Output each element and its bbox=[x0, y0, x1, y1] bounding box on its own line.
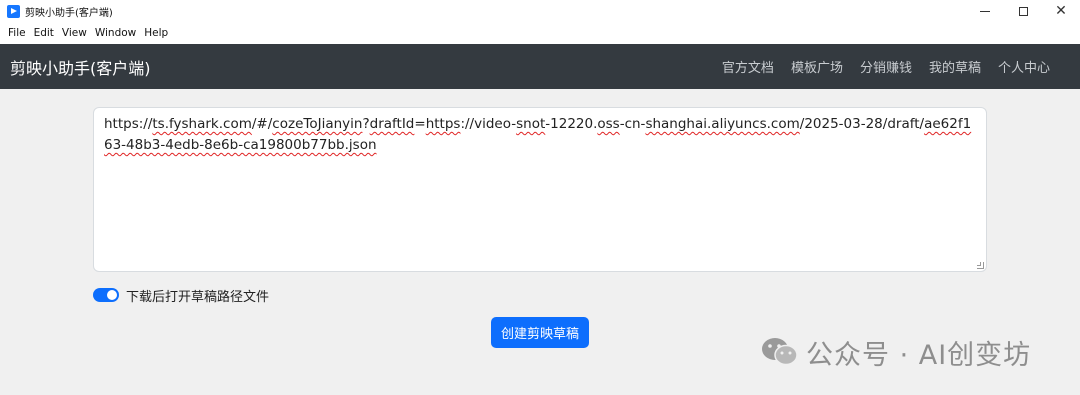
nav-official-docs[interactable]: 官方文档 bbox=[722, 57, 774, 76]
window-title: 剪映小助手(客户端) bbox=[25, 7, 113, 19]
url-segment: https:// bbox=[104, 116, 153, 132]
maximize-button[interactable] bbox=[1004, 0, 1042, 22]
minimize-icon bbox=[980, 10, 990, 12]
maximize-icon bbox=[1018, 6, 1028, 16]
url-segment: snot bbox=[516, 116, 546, 132]
close-icon: ✕ bbox=[1055, 3, 1067, 19]
url-segment: /2025-03-28/draft/ bbox=[799, 116, 925, 132]
resize-handle[interactable] bbox=[977, 262, 984, 269]
open-draft-path-toggle[interactable] bbox=[93, 288, 119, 302]
wechat-icon bbox=[762, 338, 798, 366]
url-segment: shanghai.aliyuncs.com bbox=[645, 116, 800, 132]
nav-my-drafts[interactable]: 我的草稿 bbox=[929, 57, 981, 76]
brand-title[interactable]: 剪映小助手(客户端) bbox=[10, 55, 151, 79]
draft-url-textarea[interactable]: https://ts.fyshark.com/#/cozeToJianyin?d… bbox=[93, 107, 987, 272]
toggle-label[interactable]: 下载后打开草稿路径文件 bbox=[126, 286, 269, 305]
url-segment: ://video- bbox=[460, 116, 517, 132]
url-segment: oss bbox=[597, 116, 620, 132]
app-navbar: 剪映小助手(客户端) 官方文档 模板广场 分销赚钱 我的草稿 个人中心 bbox=[0, 44, 1080, 89]
menu-view[interactable]: View bbox=[58, 27, 91, 39]
url-segment: draftId bbox=[369, 116, 415, 132]
toggle-knob bbox=[107, 290, 117, 300]
url-segment: cozeToJianyin bbox=[272, 116, 363, 132]
minimize-button[interactable] bbox=[966, 0, 1004, 22]
nav-distribution-earn[interactable]: 分销赚钱 bbox=[860, 57, 912, 76]
menu-help[interactable]: Help bbox=[140, 27, 172, 39]
menu-file[interactable]: File bbox=[4, 27, 30, 39]
url-segment: ts.fyshark.com bbox=[152, 116, 252, 132]
watermark-text: 公众号 · AI创变坊 bbox=[806, 339, 1032, 371]
draft-url-value: https://ts.fyshark.com/#/cozeToJianyin?d… bbox=[104, 116, 971, 153]
menu-window[interactable]: Window bbox=[91, 27, 140, 39]
nav-template-plaza[interactable]: 模板广场 bbox=[791, 57, 843, 76]
url-segment: ? bbox=[362, 116, 370, 132]
url-segment: /#/ bbox=[251, 116, 273, 132]
watermark: 公众号 · AI创变坊 bbox=[760, 333, 1031, 371]
url-segment: -12220. bbox=[545, 116, 598, 132]
window-title-bar: 剪映小助手(客户端) ✕ bbox=[0, 0, 1080, 22]
menu-bar: File Edit View Window Help bbox=[0, 22, 1080, 44]
create-draft-button[interactable]: 创建剪映草稿 bbox=[491, 317, 589, 348]
url-segment: https bbox=[425, 116, 461, 132]
window-controls: ✕ bbox=[966, 0, 1080, 22]
nav-user-center[interactable]: 个人中心 bbox=[998, 57, 1050, 76]
menu-edit[interactable]: Edit bbox=[30, 27, 58, 39]
url-segment: -cn- bbox=[619, 116, 646, 132]
close-button[interactable]: ✕ bbox=[1042, 0, 1080, 22]
url-segment: = bbox=[414, 116, 426, 132]
app-icon bbox=[7, 4, 20, 18]
nav-links: 官方文档 模板广场 分销赚钱 我的草稿 个人中心 bbox=[705, 44, 1050, 89]
open-draft-path-toggle-row: 下载后打开草稿路径文件 bbox=[93, 286, 269, 305]
